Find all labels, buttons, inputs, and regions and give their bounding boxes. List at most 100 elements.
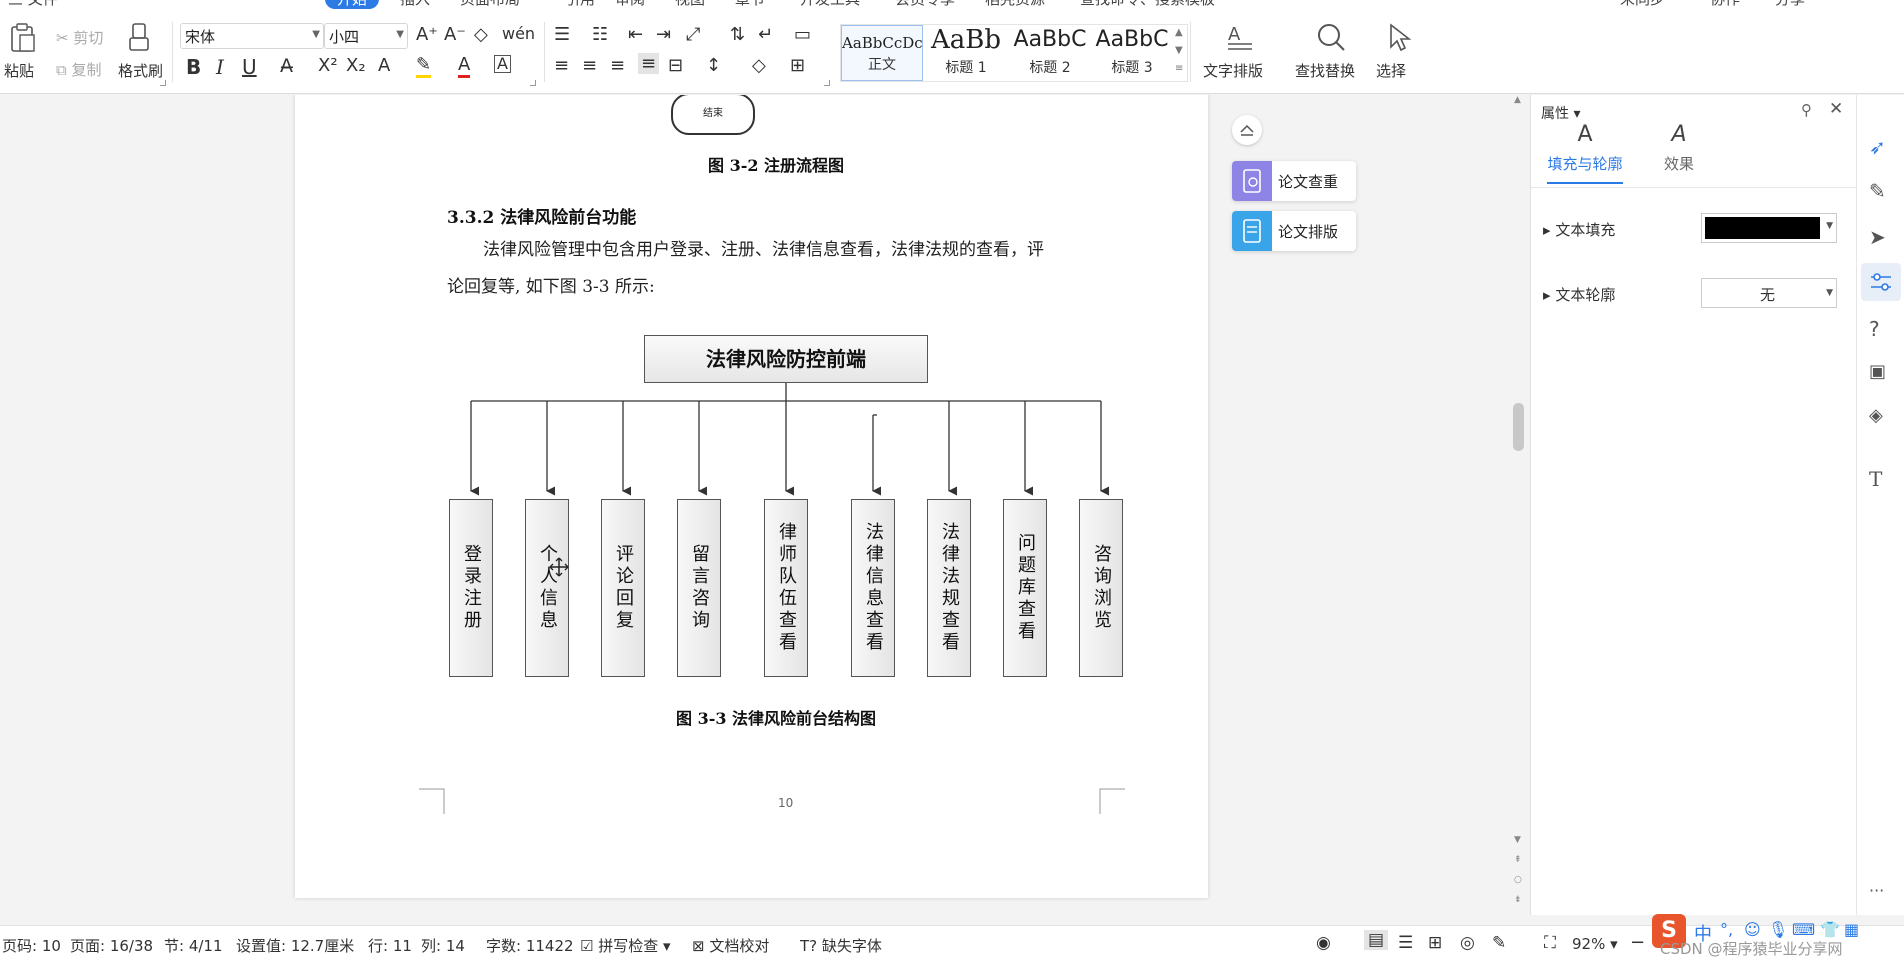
find-icon[interactable] (1316, 22, 1346, 52)
vertical-scrollbar[interactable]: ▲ ▼ ⇞ ○ ⇟ (1508, 95, 1530, 915)
gallery-up-icon[interactable]: ▲ (1175, 27, 1183, 38)
text-direction-icon[interactable]: ⤢ (686, 24, 700, 45)
paste-icon[interactable] (8, 22, 38, 54)
char-border-icon[interactable]: A (494, 55, 511, 73)
gallery-down-icon[interactable]: ▼ (1175, 45, 1183, 56)
more-icon[interactable]: ··· (1869, 881, 1893, 905)
outline-view-icon[interactable]: ☰ (1398, 933, 1413, 953)
pen-icon[interactable]: ✎ (1869, 179, 1893, 203)
text-tool-icon[interactable]: T (1869, 467, 1893, 491)
web-view-icon[interactable]: ◎ (1460, 933, 1475, 953)
ruler-icon[interactable]: ▭ (794, 24, 811, 45)
clipboard-launcher[interactable] (160, 80, 166, 86)
superscript-icon[interactable]: X² (318, 55, 338, 76)
ime-voice-icon[interactable]: 🎙 (1768, 920, 1788, 939)
tab-view[interactable]: 视图 (675, 0, 705, 9)
text-outline-select[interactable]: 无 ▼ (1701, 278, 1837, 308)
style-heading-1[interactable]: AaBb 标题 1 (925, 25, 1007, 81)
shading-icon[interactable]: ◇ (752, 55, 766, 76)
tab-member[interactable]: 会员专享 (895, 0, 955, 9)
ime-tools-icon[interactable]: ▦ (1844, 920, 1859, 939)
cursor-icon[interactable]: ➤ (1869, 225, 1893, 249)
rocket-icon[interactable]: ➶ (1869, 135, 1893, 159)
write-view-icon[interactable]: ✎ (1492, 933, 1506, 953)
align-left-icon[interactable]: ≡ (554, 55, 569, 76)
shrink-font-icon[interactable]: A⁻ (444, 24, 466, 45)
decrease-indent-icon[interactable]: ⇤ (628, 24, 643, 45)
share-button[interactable]: 分享 (1775, 0, 1805, 9)
underline-icon[interactable]: U (242, 55, 257, 79)
select-browse-icon[interactable]: ○ (1514, 875, 1522, 885)
panel-title[interactable]: 属性 ▾ (1541, 103, 1580, 123)
read-view-icon[interactable]: ⊞ (1428, 933, 1442, 953)
eye-protect-icon[interactable]: ◉ (1316, 933, 1331, 953)
collapse-tools-button[interactable] (1232, 115, 1262, 145)
paragraph-launcher[interactable] (824, 80, 830, 86)
justify-icon[interactable]: ≡ (638, 53, 660, 74)
borders-icon[interactable]: ⊞ (790, 55, 805, 76)
line-break-icon[interactable]: ↵ (758, 24, 773, 45)
highlight-icon[interactable]: ✎ (416, 55, 432, 78)
page-view-icon[interactable]: ▤ (1364, 930, 1389, 950)
format-painter-button[interactable]: 格式刷 (118, 60, 163, 81)
text-layout-icon[interactable]: A (1224, 22, 1254, 52)
format-painter-icon[interactable] (126, 22, 152, 54)
font-name-select[interactable]: 宋体 ▼ (180, 23, 324, 49)
status-setting[interactable]: 设置值: 12.7厘米 (236, 935, 354, 956)
close-icon[interactable]: ✕ (1829, 99, 1843, 119)
line-spacing-icon[interactable]: ↕ (706, 55, 721, 76)
copy-button[interactable]: ⧉ 复制 (56, 59, 102, 80)
font-size-select[interactable]: 小四 ▼ (324, 23, 408, 49)
tab-fill-outline[interactable]: A 填充与轮廓 (1547, 123, 1623, 184)
scrollbar-thumb[interactable] (1513, 403, 1524, 451)
text-fill-expander[interactable]: ▸ 文本填充 (1543, 219, 1615, 240)
find-replace-button[interactable]: 查找替换 (1295, 60, 1355, 81)
status-col[interactable]: 列: 14 (421, 935, 465, 956)
collaborate-button[interactable]: 协作 (1710, 0, 1740, 9)
tab-page-layout[interactable]: 页面布局 (460, 0, 520, 9)
status-page[interactable]: 页面: 16/38 (70, 935, 153, 956)
help-icon[interactable]: ? (1869, 317, 1893, 341)
select-button[interactable]: 选择 (1376, 60, 1406, 81)
cut-button[interactable]: ✂ 剪切 (56, 27, 103, 48)
phonetic-guide-icon[interactable]: wén (502, 24, 535, 43)
ime-emoji-icon[interactable]: ☺ (1744, 920, 1761, 939)
grow-font-icon[interactable]: A⁺ (416, 24, 438, 45)
text-outline-expander[interactable]: ▸ 文本轮廓 (1543, 284, 1615, 305)
tab-effect[interactable]: A 效果 (1651, 123, 1707, 174)
tab-review[interactable]: 审阅 (615, 0, 645, 9)
sync-status[interactable]: 未同步 (1620, 0, 1665, 9)
font-color-icon[interactable]: A (458, 55, 471, 78)
status-page-code[interactable]: 页码: 10 (2, 935, 61, 956)
ime-punct-icon[interactable]: °, (1720, 920, 1733, 939)
fit-page-icon[interactable]: ⛶ (1544, 933, 1556, 953)
distribute-icon[interactable]: ⊟ (668, 55, 683, 76)
style-normal[interactable]: AaBbCcDc 正文 (841, 25, 923, 81)
select-cursor-icon[interactable] (1386, 22, 1412, 52)
tab-home[interactable]: 开始 (325, 0, 380, 9)
tab-developer[interactable]: 开发工具 (800, 0, 860, 9)
bold-icon[interactable]: B (186, 55, 201, 79)
tab-docer[interactable]: 稻壳资源 (985, 0, 1045, 9)
font-launcher[interactable] (530, 80, 536, 86)
missing-font-button[interactable]: T? 缺失字体 (800, 935, 882, 956)
scroll-up-icon[interactable]: ▲ (1514, 95, 1521, 105)
status-row[interactable]: 行: 11 (368, 935, 412, 956)
paste-button[interactable]: 粘贴 (4, 60, 34, 81)
paper-check-button[interactable]: 论文查重 (1232, 161, 1356, 201)
zoom-select[interactable]: 92% ▾ (1572, 935, 1618, 953)
scroll-down-icon[interactable]: ▼ (1514, 835, 1521, 845)
gallery-more-icon[interactable]: ≡ (1175, 63, 1183, 74)
tab-insert[interactable]: 插入 (400, 0, 430, 9)
pin-icon[interactable]: ⚲ (1801, 101, 1812, 119)
sort-icon[interactable]: ⇅ (730, 24, 745, 45)
ime-keyboard-icon[interactable]: ⌨ (1792, 920, 1815, 939)
command-search[interactable]: 查找命令、搜索模板 (1080, 0, 1215, 9)
clear-format-icon[interactable]: ◇ (474, 24, 488, 45)
spell-check-button[interactable]: ☑ 拼写检查 ▾ (580, 935, 671, 956)
document-page[interactable]: 结束 图 3-2 注册流程图 3.3.2 法律风险前台功能 法律风险管理中包含用… (295, 95, 1208, 898)
prev-page-icon[interactable]: ⇞ (1514, 855, 1522, 865)
subscript-icon[interactable]: X₂ (346, 55, 366, 76)
align-right-icon[interactable]: ≡ (610, 55, 625, 76)
paper-layout-button[interactable]: 论文排版 (1232, 211, 1356, 251)
